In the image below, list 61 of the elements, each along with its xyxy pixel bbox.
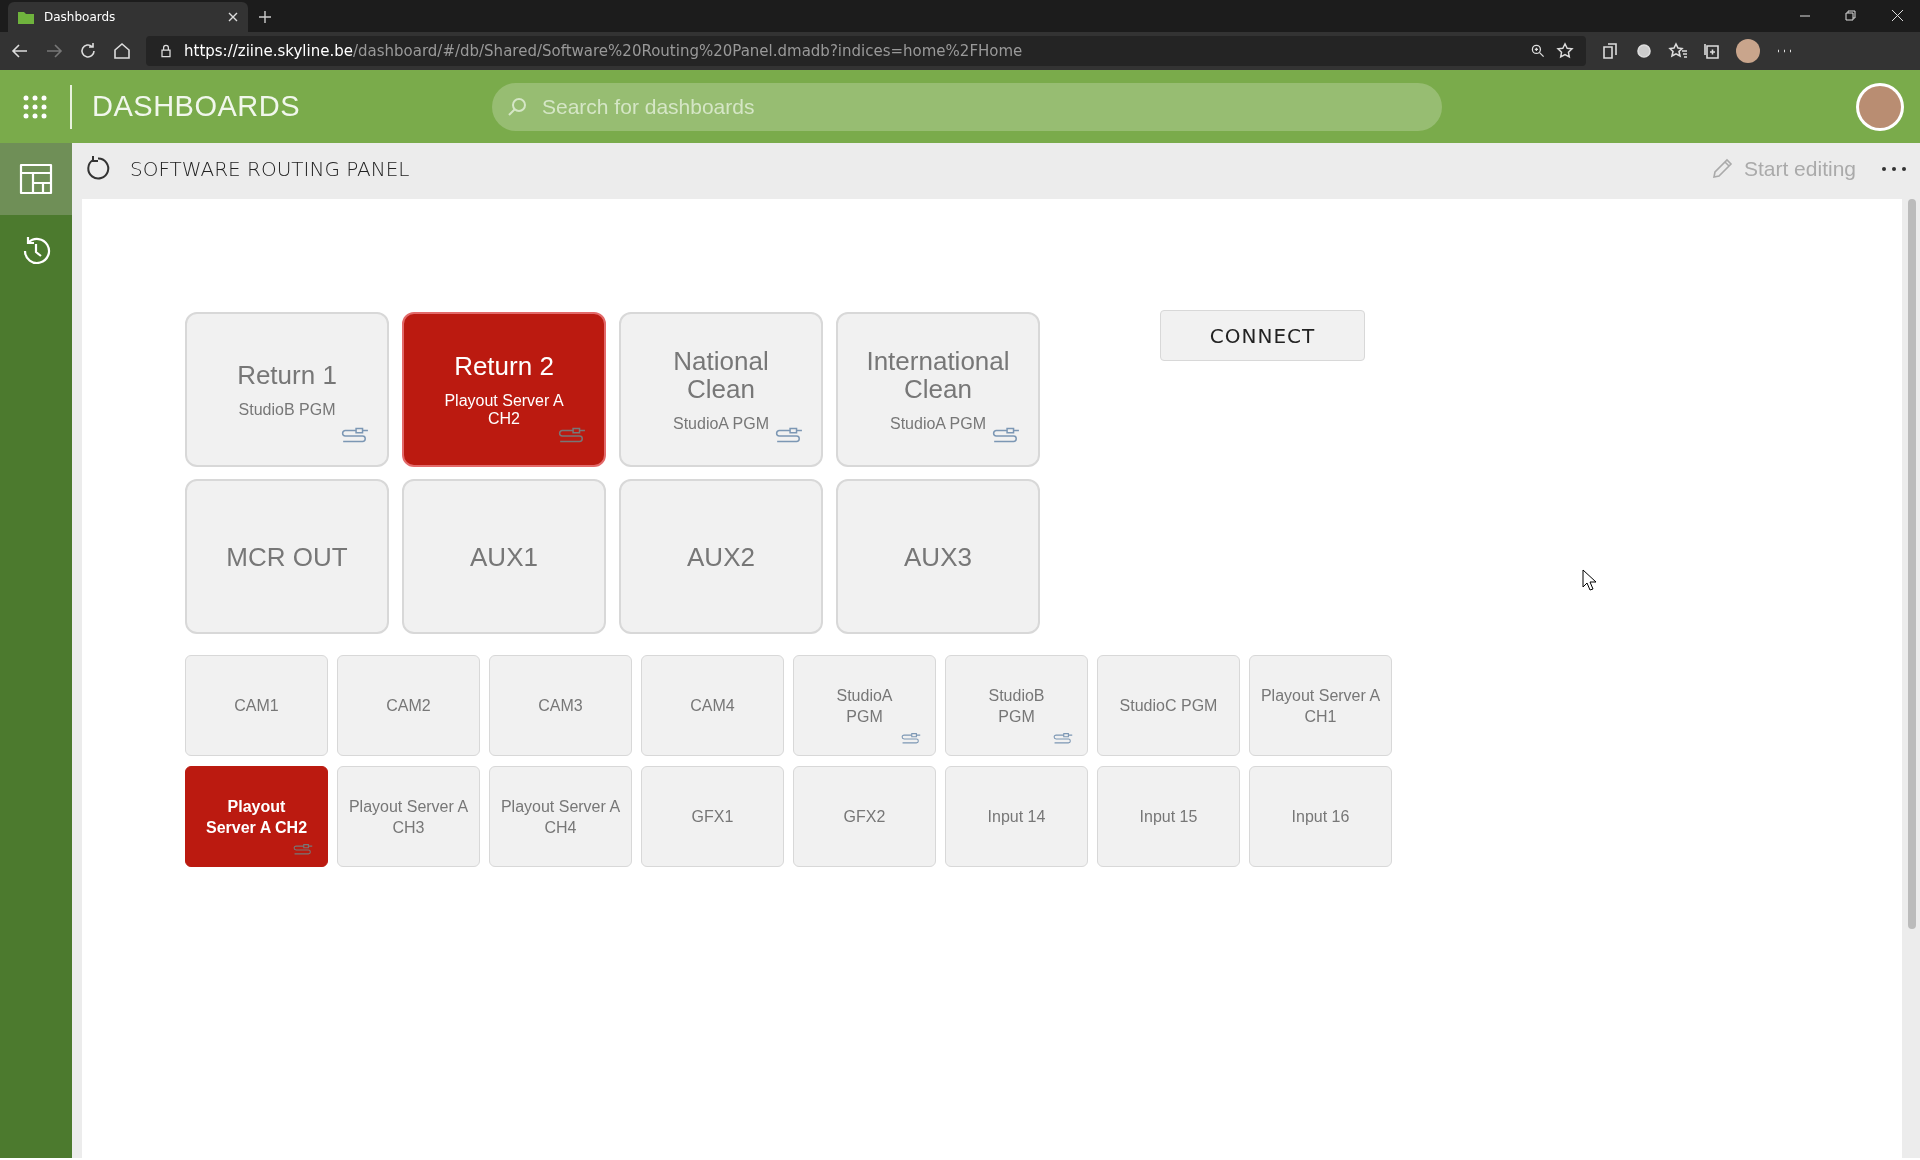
source-tile[interactable]: GFX2 xyxy=(793,766,936,867)
destination-tile[interactable]: AUX3 xyxy=(836,479,1040,634)
destination-label: Return 2 xyxy=(454,351,554,380)
destination-label: National Clean xyxy=(672,346,770,403)
destination-tile[interactable]: International Clean StudioA PGM xyxy=(836,312,1040,467)
source-tile[interactable]: Input 15 xyxy=(1097,766,1240,867)
source-tile[interactable]: StudioA PGM xyxy=(793,655,936,756)
source-tile[interactable]: Input 16 xyxy=(1249,766,1392,867)
collections-icon[interactable] xyxy=(1702,41,1722,61)
circle-icon[interactable] xyxy=(1634,41,1654,61)
destination-tile[interactable]: Return 2 Playout Server A CH2 xyxy=(402,312,606,467)
source-tile[interactable]: StudioC PGM xyxy=(1097,655,1240,756)
source-tile[interactable]: StudioB PGM xyxy=(945,655,1088,756)
source-tile[interactable]: Playout Server A CH2 xyxy=(185,766,328,867)
search-field[interactable]: Search for dashboards xyxy=(492,82,1442,131)
destination-tile[interactable]: AUX1 xyxy=(402,479,606,634)
refresh-icon[interactable] xyxy=(78,41,98,61)
source-tile[interactable]: CAM3 xyxy=(489,655,632,756)
close-icon[interactable] xyxy=(228,12,238,22)
refresh-icon[interactable] xyxy=(84,155,112,183)
source-tile[interactable]: CAM1 xyxy=(185,655,328,756)
address-bar[interactable]: https://ziine.skyline.be/dashboard/#/db/Shared/Software%20Routing%20Panel.dmadb?indices=home%2FHome xyxy=(146,36,1586,66)
scrollbar[interactable] xyxy=(1908,199,1916,929)
folder-icon xyxy=(18,10,34,24)
browser-tab[interactable]: Dashboards xyxy=(8,2,248,32)
source-label: StudioA PGM xyxy=(672,414,769,433)
source-tile[interactable]: GFX1 xyxy=(641,766,784,867)
profile-avatar[interactable] xyxy=(1736,39,1760,63)
destination-label: AUX2 xyxy=(687,542,755,571)
source-label: StudioA PGM xyxy=(889,414,986,433)
search-icon xyxy=(506,95,528,118)
favorite-add-icon[interactable] xyxy=(1556,41,1574,61)
app-title: DASHBOARDS xyxy=(92,90,302,123)
source-tile[interactable]: CAM4 xyxy=(641,655,784,756)
source-tile[interactable]: Input 14 xyxy=(945,766,1088,867)
source-label: Playout Server A CH2 xyxy=(444,391,564,428)
source-tile[interactable]: Playout Server A CH4 xyxy=(489,766,632,867)
source-tile[interactable]: Playout Server A CH3 xyxy=(337,766,480,867)
destination-label: AUX3 xyxy=(904,542,972,571)
connect-button[interactable]: CONNECT xyxy=(1160,310,1365,361)
extension-icon[interactable] xyxy=(1600,41,1620,61)
dashboard-title: SOFTWARE ROUTING PANEL xyxy=(130,157,410,181)
home-icon[interactable] xyxy=(112,41,132,61)
destination-label: Return 1 xyxy=(237,360,337,389)
more-icon[interactable] xyxy=(1880,164,1908,174)
mouse-cursor-icon xyxy=(1582,569,1598,591)
destination-tile[interactable]: Return 1 StudioB PGM xyxy=(185,312,389,467)
source-label: StudioB PGM xyxy=(238,400,336,419)
source-tile[interactable]: Playout Server A CH1 xyxy=(1249,655,1392,756)
user-avatar[interactable] xyxy=(1856,82,1904,131)
dashboard-grid-icon xyxy=(18,161,54,197)
destination-label: International Clean xyxy=(865,346,1011,403)
destination-tile[interactable]: National Clean StudioA PGM xyxy=(619,312,823,467)
source-tile[interactable]: CAM2 xyxy=(337,655,480,756)
sidebar-item[interactable] xyxy=(0,143,72,215)
apps-grid-icon[interactable] xyxy=(23,94,47,119)
destination-label: MCR OUT xyxy=(226,542,348,571)
destination-tile[interactable]: AUX2 xyxy=(619,479,823,634)
destination-label: AUX1 xyxy=(470,542,538,571)
favorites-icon[interactable] xyxy=(1668,41,1688,61)
destination-tile[interactable]: MCR OUT xyxy=(185,479,389,634)
